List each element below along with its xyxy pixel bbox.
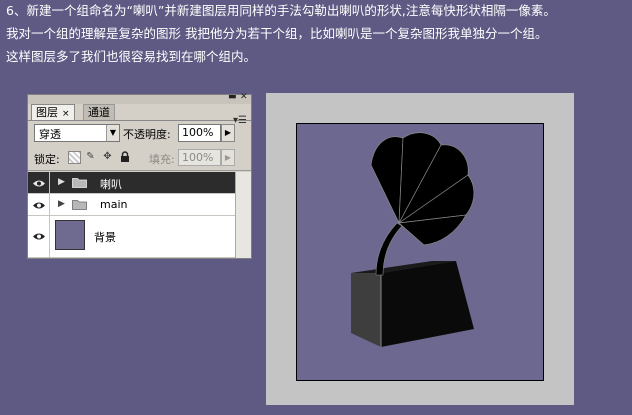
tab-close-icon[interactable]: × (62, 109, 70, 119)
layer-name: main (100, 198, 128, 211)
lock-fill-row: 锁定: ✎ ✥ 填充: 100% ▶ (28, 146, 251, 171)
tab-channels[interactable]: 通道 (83, 104, 115, 120)
expand-triangle-icon[interactable]: ▶ (58, 199, 65, 209)
gramophone-artwork (351, 132, 475, 347)
folder-icon (72, 178, 87, 188)
opacity-input[interactable]: 100% (178, 124, 221, 142)
folder-icon (72, 200, 87, 210)
panel-titlebar[interactable]: ▬ ✕ (28, 92, 251, 104)
box-front (381, 261, 474, 347)
blend-mode-value: 穿透 (39, 128, 61, 141)
lock-label: 锁定: (34, 153, 60, 166)
tab-layers[interactable]: 图层 × (31, 104, 75, 120)
lock-brush-icon[interactable]: ✎ (85, 151, 96, 162)
expand-triangle-icon[interactable]: ▶ (58, 177, 65, 187)
eye-icon[interactable] (32, 232, 46, 241)
opacity-slider-button[interactable]: ▶ (221, 124, 235, 142)
visibility-cell[interactable] (28, 172, 50, 193)
eye-icon[interactable] (32, 179, 46, 188)
close-icon[interactable]: ✕ (240, 92, 248, 102)
opacity-label: 不透明度: (123, 128, 171, 141)
visibility-cell[interactable] (28, 194, 50, 215)
layer-name: 背景 (94, 231, 116, 244)
caption-line-1: 6、新建一个组命名为“喇叭”并新建图层用同样的手法勾勒出喇叭的形状,注意每快形状… (6, 3, 556, 18)
lock-all-icon[interactable] (119, 151, 130, 162)
fill-label: 填充: (149, 153, 175, 166)
eye-icon[interactable] (32, 201, 46, 210)
minimize-icon[interactable]: ▬ (228, 92, 237, 102)
layers-panel: ▬ ✕ 图层 × 通道 ▾☰ 穿透 ▼ 不透明度: 100% ▶ 锁定: ✎ ✥ … (27, 92, 252, 259)
fill-input[interactable]: 100% (178, 149, 221, 166)
caption-line-2: 我对一个组的理解是复杂的图形 我把他分为若干个组，比如喇叭是一个复杂图形我单独分… (6, 26, 548, 41)
layer-thumbnail (55, 220, 85, 250)
caption-line-3: 这样图层多了我们也很容易找到在哪个组内。 (6, 49, 257, 64)
blend-mode-select[interactable]: 穿透 ▼ (34, 124, 120, 142)
panel-tabs: 图层 × 通道 ▾☰ (28, 104, 251, 126)
layer-list: ▶ 喇叭 ▶ main 背景 (28, 172, 235, 258)
layer-list-scrollbar[interactable] (235, 172, 251, 258)
fill-slider-button[interactable]: ▶ (221, 149, 235, 166)
tab-layers-label: 图层 (36, 106, 58, 119)
lock-move-icon[interactable]: ✥ (102, 151, 113, 162)
blend-opacity-row: 穿透 ▼ 不透明度: 100% ▶ (28, 122, 251, 146)
layer-row-horn-group[interactable]: ▶ 喇叭 (28, 172, 235, 194)
horn-petal (370, 136, 404, 224)
layer-name: 喇叭 (100, 178, 122, 191)
layer-row-main-group[interactable]: ▶ main (28, 194, 235, 216)
lock-transparent-icon[interactable] (68, 151, 81, 164)
visibility-cell[interactable] (28, 216, 50, 257)
chevron-down-icon[interactable]: ▼ (106, 125, 119, 141)
tab-channels-label: 通道 (88, 106, 110, 119)
box-side (351, 273, 381, 347)
layer-row-background[interactable]: 背景 (28, 216, 235, 258)
